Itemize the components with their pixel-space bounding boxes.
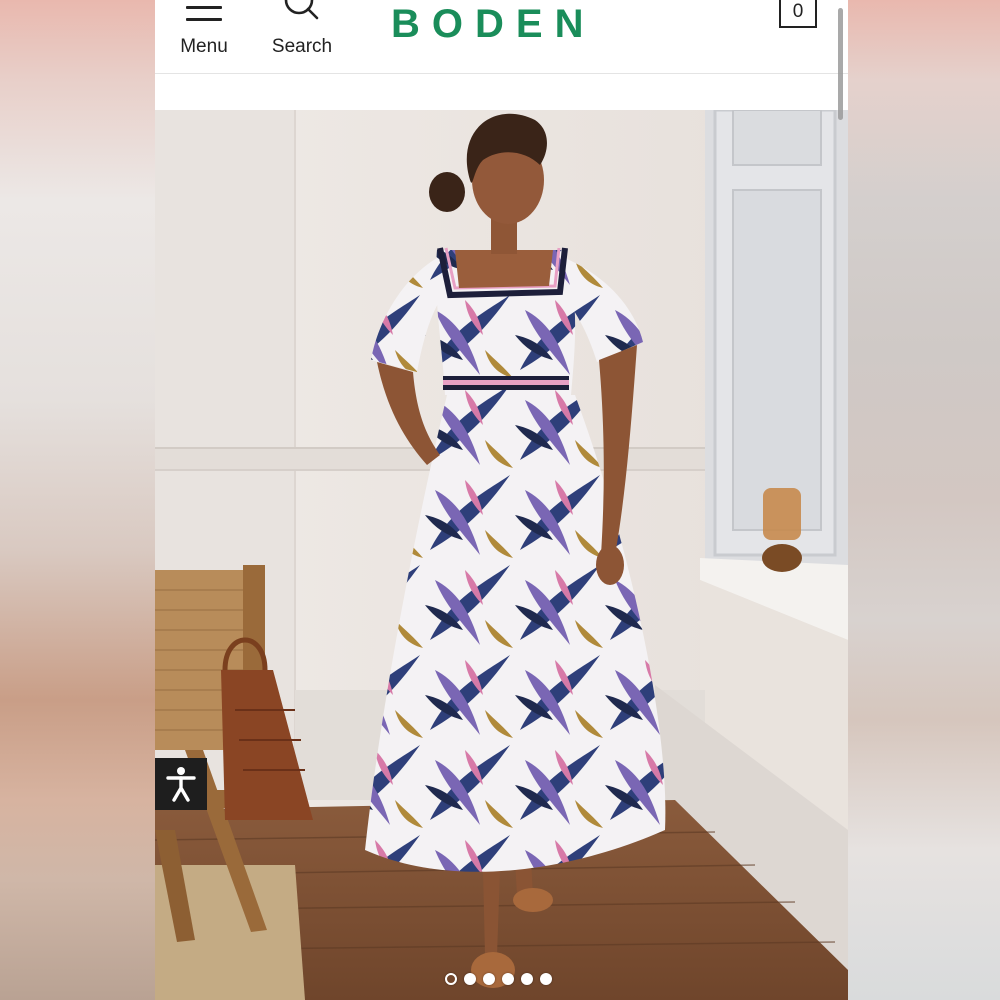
blurred-background-left [0, 0, 155, 1000]
scrollbar[interactable] [838, 8, 843, 120]
product-photo [155, 110, 848, 1000]
accessibility-icon [166, 767, 196, 802]
hamburger-icon [186, 4, 222, 24]
blurred-background-right [848, 0, 1000, 1000]
site-header: Menu Search BODEN 0 [155, 0, 848, 74]
accessibility-button[interactable] [155, 758, 207, 810]
menu-button[interactable]: Menu [173, 0, 235, 70]
carousel-dot-4[interactable] [502, 973, 514, 985]
mobile-screen: Menu Search BODEN 0 [155, 0, 848, 1000]
shopping-bag-button[interactable]: 0 [779, 0, 817, 28]
carousel-dot-2[interactable] [464, 973, 476, 985]
carousel-dot-1[interactable] [445, 973, 457, 985]
menu-label: Menu [180, 36, 228, 57]
carousel-pagination [445, 972, 552, 986]
product-image[interactable] [155, 110, 848, 1000]
carousel-dot-6[interactable] [540, 973, 552, 985]
bag-count: 0 [792, 1, 804, 22]
boden-logo[interactable]: BODEN [391, 2, 613, 46]
carousel-dot-5[interactable] [521, 973, 533, 985]
search-label: Search [271, 36, 333, 57]
carousel-dot-3[interactable] [483, 973, 495, 985]
search-icon [284, 0, 319, 20]
search-button[interactable]: Search [265, 0, 339, 70]
